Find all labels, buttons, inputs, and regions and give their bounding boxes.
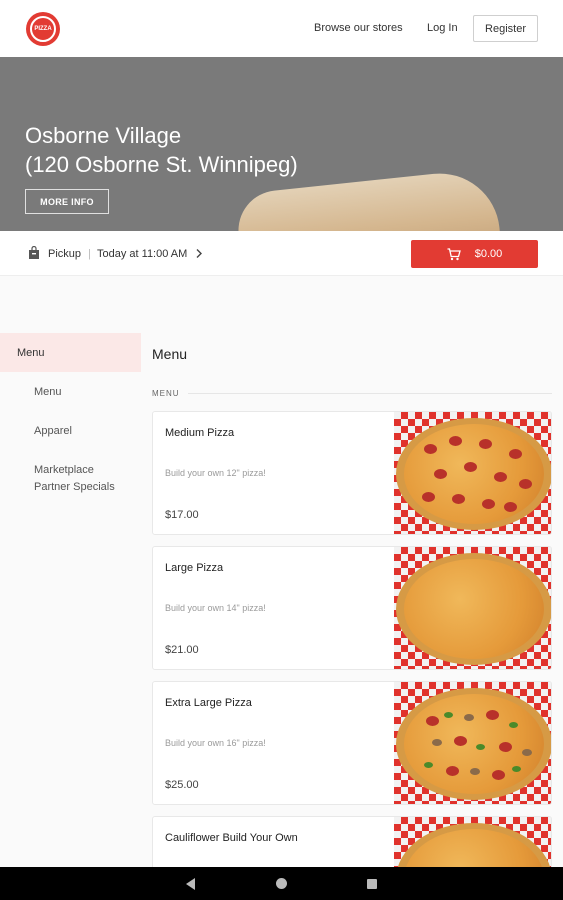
supreme-pizza-image	[394, 682, 551, 804]
menu-item-price: $25.00	[165, 779, 199, 791]
menu-item-description: Build your own 14" pizza!	[165, 603, 266, 613]
menu-item-description: Build your own 12" pizza!	[165, 468, 266, 478]
more-info-button[interactable]: MORE INFO	[25, 189, 109, 214]
menu-item-name: Large Pizza	[165, 562, 224, 574]
login-link[interactable]: Log In	[427, 22, 458, 34]
sidebar-active-label: Menu	[17, 347, 45, 359]
cart-button[interactable]: $0.00	[411, 240, 538, 268]
shopping-bag-icon	[29, 246, 39, 259]
cart-total: $0.00	[474, 248, 503, 260]
home-icon[interactable]	[276, 878, 287, 889]
menu-heading: Menu	[152, 346, 188, 362]
menu-item-description: Build your own 16" pizza!	[165, 738, 266, 748]
pizza-logo[interactable]: PIZZA	[26, 12, 60, 46]
browse-stores-link[interactable]: Browse our stores	[314, 22, 403, 34]
store-name: Osborne Village	[25, 123, 182, 148]
menu-item-name: Extra Large Pizza	[165, 697, 252, 709]
register-button[interactable]: Register	[473, 15, 538, 42]
cheese-pizza-image	[394, 547, 551, 669]
pickup-time-label[interactable]: Today at 11:00 AM	[97, 248, 187, 260]
menu-item-card[interactable]: Medium Pizza Build your own 12" pizza! $…	[152, 411, 552, 535]
recent-apps-icon[interactable]	[367, 879, 377, 889]
menu-section-label: MENU	[152, 389, 180, 398]
cart-icon	[447, 247, 461, 260]
sidebar-item-marketplace[interactable]: Marketplace Partner Specials	[34, 462, 129, 496]
store-name-title: Osborne Village (120 Osborne St. Winnipe…	[25, 121, 298, 179]
chevron-right-icon[interactable]	[195, 248, 203, 259]
sidebar-item-apparel[interactable]: Apparel	[34, 423, 72, 440]
order-mode-label[interactable]: Pickup	[48, 248, 81, 260]
top-navigation-bar: PIZZA Browse our stores Log In Register	[0, 0, 563, 57]
menu-item-name: Medium Pizza	[165, 427, 235, 439]
menu-item-card[interactable]: Extra Large Pizza Build your own 16" piz…	[152, 681, 552, 805]
menu-item-card[interactable]: Large Pizza Build your own 14" pizza! $2…	[152, 546, 552, 670]
back-icon[interactable]	[186, 878, 195, 890]
system-navigation-bar	[0, 867, 563, 900]
sidebar-item-menu-active[interactable]: Menu	[0, 333, 141, 372]
order-mode-bar: Pickup | Today at 11:00 AM $0.00	[0, 231, 563, 276]
separator: |	[88, 248, 91, 260]
menu-item-name: Cauliflower Build Your Own	[165, 832, 298, 844]
menu-item-price: $17.00	[165, 509, 199, 521]
store-address: (120 Osborne St. Winnipeg)	[25, 152, 298, 177]
sidebar-item-menu[interactable]: Menu	[34, 384, 62, 401]
menu-item-price: $21.00	[165, 644, 199, 656]
store-hero-banner: Osborne Village (120 Osborne St. Winnipe…	[0, 57, 563, 231]
pepperoni-pizza-image	[394, 412, 551, 534]
logo-text: PIZZA	[30, 16, 56, 42]
divider	[188, 393, 552, 394]
